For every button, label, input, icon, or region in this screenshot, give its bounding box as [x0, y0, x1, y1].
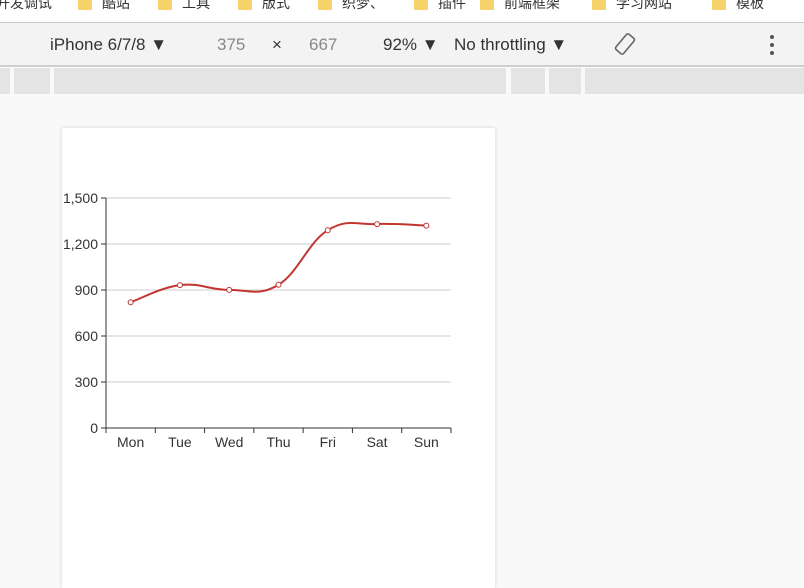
y-tick-label: 600	[75, 328, 99, 344]
x-tick-label: Wed	[215, 434, 244, 450]
data-point	[226, 286, 233, 293]
y-tick-label: 300	[75, 374, 99, 390]
y-tick-label: 1,200	[63, 236, 98, 252]
data-point	[423, 222, 430, 229]
y-tick-label: 900	[75, 282, 99, 298]
x-tick-label: Tue	[168, 434, 192, 450]
x-tick-label: Sun	[414, 434, 439, 450]
x-tick-label: Sat	[367, 434, 388, 450]
y-tick-label: 0	[90, 420, 98, 436]
x-tick-label: Fri	[320, 434, 336, 450]
line-chart: 0 300 600 900 1,200 1,500 Mon Tue Wed Thu Fri Sat Su…	[63, 190, 452, 450]
x-tick-label: Mon	[117, 434, 144, 450]
data-point	[127, 299, 134, 306]
data-point	[176, 282, 183, 289]
data-point	[324, 227, 331, 234]
data-point	[275, 281, 282, 288]
data-point	[374, 221, 381, 228]
x-tick-label: Thu	[266, 434, 290, 450]
y-tick-label: 1,500	[63, 190, 98, 206]
